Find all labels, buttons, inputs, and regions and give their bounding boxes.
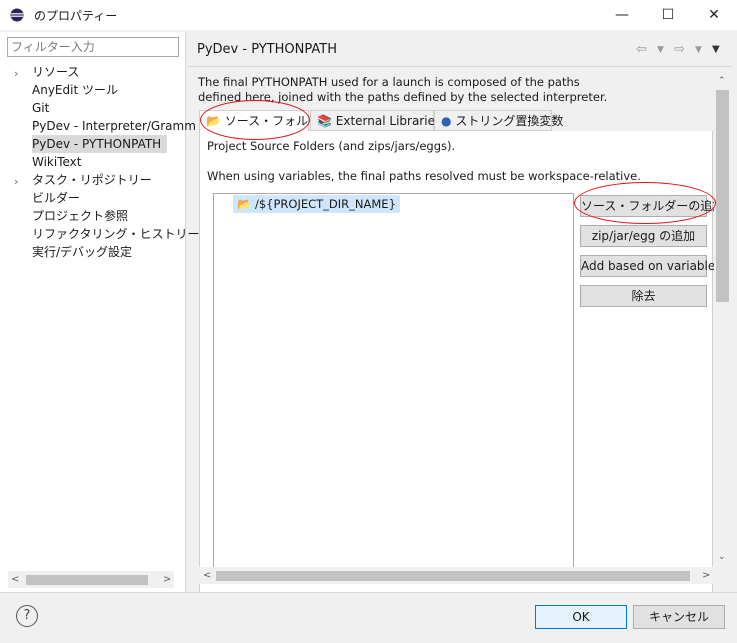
folder-path: /${PROJECT_DIR_NAME}: [254, 197, 396, 211]
sidebar-item-builder[interactable]: ビルダー: [32, 189, 80, 207]
tab-label: ストリング置換変数: [455, 114, 564, 128]
back-icon[interactable]: ⇦: [636, 42, 647, 57]
eclipse-icon: [10, 8, 24, 22]
annotation-circle-tab: [200, 100, 310, 140]
sidebar-item-git[interactable]: Git: [32, 99, 49, 117]
library-icon: 📚: [317, 114, 332, 128]
horizontal-scroll-thumb[interactable]: [216, 571, 690, 581]
expand-arrow-icon[interactable]: ›: [14, 67, 18, 80]
window-title: のプロパティー: [34, 9, 118, 23]
sidebar: [0, 32, 186, 592]
back-dropdown-icon[interactable]: ▼: [657, 45, 664, 55]
info-line-1: Project Source Folders (and zips/jars/eg…: [207, 139, 456, 153]
sidebar-item-wikitext[interactable]: WikiText: [32, 153, 82, 171]
description-line-1: The final PYTHONPATH used for a launch i…: [198, 75, 580, 89]
sidebar-item-anyedit[interactable]: AnyEdit ツール: [32, 81, 118, 99]
info-line-2: When using variables, the final paths re…: [207, 169, 641, 183]
scroll-up-icon[interactable]: ⌃: [718, 76, 726, 86]
sidebar-item-resource[interactable]: リソース: [32, 63, 79, 81]
annotation-circle-button: [574, 182, 716, 224]
remove-button[interactable]: 除去: [580, 285, 707, 307]
tab-label: External Libraries: [335, 114, 442, 128]
forward-dropdown-icon[interactable]: ▼: [695, 45, 702, 55]
sidebar-item-run-debug[interactable]: 実行/デバッグ設定: [32, 243, 132, 261]
sidebar-scroll-thumb[interactable]: [26, 575, 148, 585]
add-zip-button[interactable]: zip/jar/egg の追加: [580, 225, 707, 247]
scroll-right-icon[interactable]: >: [702, 570, 710, 581]
filter-input[interactable]: フィルター入力: [7, 37, 179, 57]
view-menu-icon[interactable]: ▼: [712, 44, 720, 55]
variable-icon: ●: [441, 114, 452, 128]
vertical-scroll-thumb[interactable]: [716, 90, 729, 302]
forward-icon[interactable]: ⇨: [674, 42, 685, 57]
expand-arrow-icon[interactable]: ›: [14, 175, 18, 188]
minimize-button[interactable]: —: [599, 0, 645, 30]
scroll-left-icon[interactable]: <: [203, 570, 211, 581]
maximize-button[interactable]: ☐: [645, 0, 691, 30]
page-title: PyDev - PYTHONPATH: [197, 42, 337, 57]
list-item[interactable]: 📂 /${PROJECT_DIR_NAME}: [233, 195, 400, 213]
footer-divider: [0, 592, 737, 593]
scroll-right-icon[interactable]: >: [163, 574, 171, 585]
help-icon[interactable]: ?: [16, 605, 38, 627]
sidebar-item-pydev-interpreter[interactable]: PyDev - Interpreter/Gramm: [32, 117, 196, 135]
sidebar-item-project-references[interactable]: プロジェクト参照: [32, 207, 128, 225]
sidebar-item-pydev-pythonpath[interactable]: PyDev - PYTHONPATH: [32, 135, 168, 153]
close-button[interactable]: ✕: [691, 0, 737, 30]
tab-external-libraries[interactable]: 📚 External Libraries: [310, 110, 441, 131]
scroll-left-icon[interactable]: <: [11, 574, 19, 585]
add-variable-button[interactable]: Add based on variable: [580, 255, 715, 277]
tab-string-substitution[interactable]: ● ストリング置換変数: [434, 110, 563, 131]
folder-icon: 📂: [237, 197, 252, 211]
sidebar-item-refactoring-history[interactable]: リファクタリング・ヒストリー: [32, 225, 200, 243]
sidebar-item-task-repository[interactable]: タスク・リポジトリー: [32, 171, 152, 189]
scroll-down-icon[interactable]: ⌄: [718, 552, 726, 562]
header-divider: [187, 66, 732, 67]
source-folder-list[interactable]: [213, 193, 574, 575]
ok-button[interactable]: OK: [535, 605, 627, 629]
cancel-button[interactable]: キャンセル: [633, 605, 725, 629]
